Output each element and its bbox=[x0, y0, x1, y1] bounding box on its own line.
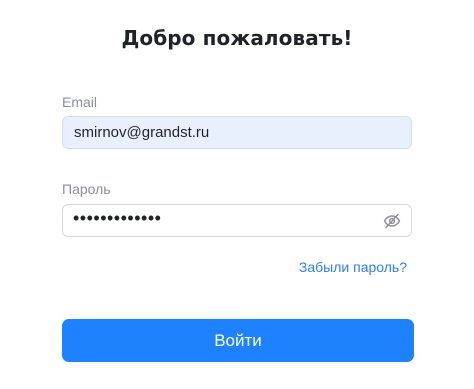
password-value: ••••••••••••• bbox=[73, 208, 162, 228]
login-page: Добро пожаловать! Email smirnov@grandst.… bbox=[0, 0, 474, 389]
email-field[interactable]: smirnov@grandst.ru bbox=[62, 116, 412, 149]
password-label: Пароль bbox=[62, 181, 111, 197]
password-field[interactable]: ••••••••••••• bbox=[62, 204, 412, 237]
page-title: Добро пожаловать! bbox=[121, 26, 353, 50]
forgot-password-link[interactable]: Забыли пароль? bbox=[299, 259, 407, 275]
email-label: Email bbox=[62, 94, 98, 110]
eye-slash-icon[interactable] bbox=[383, 213, 401, 229]
login-button[interactable]: Войти bbox=[62, 319, 414, 362]
email-value: smirnov@grandst.ru bbox=[74, 124, 210, 141]
